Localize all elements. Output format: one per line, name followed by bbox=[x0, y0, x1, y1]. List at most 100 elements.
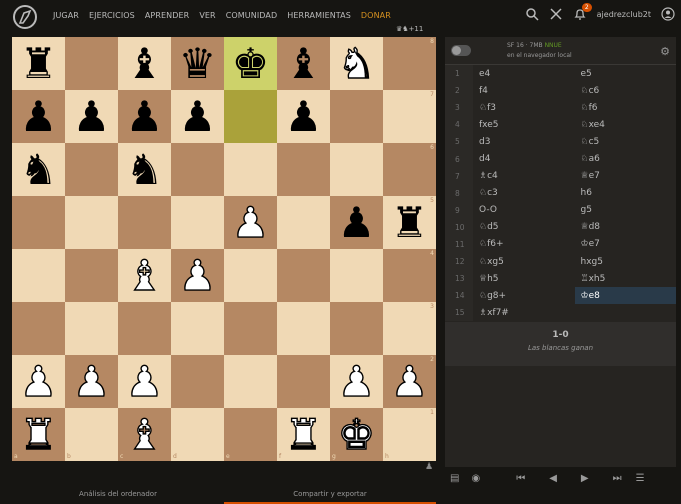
white-rook-piece[interactable]: ♜ bbox=[19, 412, 58, 455]
white-move[interactable]: ♗xf7# bbox=[473, 304, 575, 321]
square-d1[interactable]: d bbox=[171, 408, 224, 461]
black-move[interactable]: h6 bbox=[575, 185, 677, 202]
black-move[interactable]: ♘xe4 bbox=[575, 116, 677, 133]
gear-icon[interactable]: ⚙ bbox=[660, 45, 670, 58]
white-pawn-piece[interactable]: ♟ bbox=[125, 359, 164, 402]
white-pawn-piece[interactable]: ♟ bbox=[390, 359, 429, 402]
white-move[interactable]: f4 bbox=[473, 82, 575, 99]
black-pawn-piece[interactable]: ♟ bbox=[20, 95, 58, 138]
black-move[interactable]: ♘c6 bbox=[575, 82, 677, 99]
black-move[interactable]: ♘a6 bbox=[575, 150, 677, 167]
square-e8[interactable]: ♚ bbox=[224, 37, 277, 90]
nav-puzzles[interactable]: EJERCICIOS bbox=[89, 11, 135, 20]
square-h2[interactable]: ♟ 2 bbox=[383, 355, 436, 408]
square-e5[interactable]: ♟ bbox=[224, 196, 277, 249]
white-move[interactable]: ♕h5 bbox=[473, 270, 575, 287]
square-d5[interactable] bbox=[171, 196, 224, 249]
square-a6[interactable]: ♞ bbox=[12, 143, 65, 196]
board-grid[interactable]: ♜ ♝ ♛ ♚ ♝ ♞ 8 ♟ ♟ ♟ ♟ ♟ 7 ♞ ♞ 6 ♟ ♟ ♜ 5 ♝ ♟ 4 3 ♟ ♟ ♟ ♟ ♟ 2 ♜ a b ♝ c d e ♜ f ♚… bbox=[12, 37, 436, 461]
black-pawn-piece[interactable]: ♟ bbox=[73, 95, 111, 138]
white-bishop-piece[interactable]: ♝ bbox=[125, 253, 164, 296]
site-logo-icon[interactable] bbox=[12, 4, 38, 30]
square-d6[interactable] bbox=[171, 143, 224, 196]
black-move[interactable]: g5 bbox=[575, 202, 677, 219]
black-bishop-piece[interactable]: ♝ bbox=[126, 42, 164, 85]
black-move[interactable]: ♕d8 bbox=[575, 219, 677, 236]
square-b4[interactable] bbox=[65, 249, 118, 302]
square-c6[interactable]: ♞ bbox=[118, 143, 171, 196]
last-move-icon[interactable]: ⏭ bbox=[613, 473, 622, 484]
black-move[interactable]: ♘c5 bbox=[575, 133, 677, 150]
square-c2[interactable]: ♟ bbox=[118, 355, 171, 408]
nav-learn[interactable]: APRENDER bbox=[145, 11, 189, 20]
square-d4[interactable]: ♟ bbox=[171, 249, 224, 302]
square-e7[interactable] bbox=[224, 90, 277, 143]
black-queen-piece[interactable]: ♛ bbox=[179, 42, 217, 85]
nav-watch[interactable]: VER bbox=[199, 11, 215, 20]
black-move[interactable]: ♔e8 bbox=[574, 287, 676, 305]
square-b7[interactable]: ♟ bbox=[65, 90, 118, 143]
black-rook-piece[interactable]: ♜ bbox=[20, 42, 58, 85]
square-b2[interactable]: ♟ bbox=[65, 355, 118, 408]
square-h7[interactable]: 7 bbox=[383, 90, 436, 143]
white-pawn-piece[interactable]: ♟ bbox=[337, 359, 376, 402]
engine-toggle[interactable] bbox=[451, 45, 471, 56]
square-g2[interactable]: ♟ bbox=[330, 355, 383, 408]
nav-play[interactable]: JUGAR bbox=[53, 11, 79, 20]
user-avatar-icon[interactable] bbox=[661, 7, 675, 21]
tab-computer-analysis[interactable]: Análisis del ordenador bbox=[12, 484, 224, 504]
square-h3[interactable]: 3 bbox=[383, 302, 436, 355]
black-move[interactable]: ♖xh5 bbox=[575, 270, 677, 287]
square-b3[interactable] bbox=[65, 302, 118, 355]
square-f4[interactable] bbox=[277, 249, 330, 302]
black-knight-piece[interactable]: ♞ bbox=[126, 148, 164, 191]
square-g3[interactable] bbox=[330, 302, 383, 355]
black-pawn-piece[interactable]: ♟ bbox=[179, 95, 217, 138]
square-f6[interactable] bbox=[277, 143, 330, 196]
square-a3[interactable] bbox=[12, 302, 65, 355]
square-b5[interactable] bbox=[65, 196, 118, 249]
opening-book-icon[interactable]: ▤ bbox=[450, 473, 459, 484]
square-d3[interactable] bbox=[171, 302, 224, 355]
target-icon[interactable]: ◉ bbox=[471, 473, 480, 484]
square-f8[interactable]: ♝ bbox=[277, 37, 330, 90]
square-g1[interactable]: ♚ g bbox=[330, 408, 383, 461]
square-f3[interactable] bbox=[277, 302, 330, 355]
square-g6[interactable] bbox=[330, 143, 383, 196]
square-a7[interactable]: ♟ bbox=[12, 90, 65, 143]
square-a2[interactable]: ♟ bbox=[12, 355, 65, 408]
white-king-piece[interactable]: ♚ bbox=[337, 412, 376, 455]
white-move[interactable]: d4 bbox=[473, 150, 575, 167]
square-e2[interactable] bbox=[224, 355, 277, 408]
search-icon[interactable] bbox=[525, 7, 539, 21]
square-g4[interactable] bbox=[330, 249, 383, 302]
white-move[interactable]: ♘f6+ bbox=[473, 236, 575, 253]
white-move[interactable]: d3 bbox=[473, 133, 575, 150]
white-move[interactable]: O-O bbox=[473, 202, 575, 219]
chess-board[interactable]: ♜ ♝ ♛ ♚ ♝ ♞ 8 ♟ ♟ ♟ ♟ ♟ 7 ♞ ♞ 6 ♟ ♟ ♜ 5 ♝ ♟ 4 3 ♟ ♟ ♟ ♟ ♟ 2 ♜ a b ♝ c d e ♜ f ♚… bbox=[12, 37, 436, 461]
black-move[interactable]: hxg5 bbox=[575, 253, 677, 270]
square-b6[interactable] bbox=[65, 143, 118, 196]
nav-community[interactable]: COMUNIDAD bbox=[226, 11, 278, 20]
white-pawn-piece[interactable]: ♟ bbox=[178, 253, 217, 296]
black-knight-piece[interactable]: ♞ bbox=[20, 148, 58, 191]
black-pawn-piece[interactable]: ♟ bbox=[338, 201, 376, 244]
black-bishop-piece[interactable]: ♝ bbox=[285, 42, 323, 85]
square-a5[interactable] bbox=[12, 196, 65, 249]
square-d8[interactable]: ♛ bbox=[171, 37, 224, 90]
square-h8[interactable]: 8 bbox=[383, 37, 436, 90]
white-move[interactable]: ♘c3 bbox=[473, 185, 575, 202]
nav-donate[interactable]: DONAR bbox=[361, 11, 391, 20]
square-f2[interactable] bbox=[277, 355, 330, 408]
square-e1[interactable]: e bbox=[224, 408, 277, 461]
black-move[interactable]: ♕e7 bbox=[575, 168, 677, 185]
square-c1[interactable]: ♝ c bbox=[118, 408, 171, 461]
square-a1[interactable]: ♜ a bbox=[12, 408, 65, 461]
white-pawn-piece[interactable]: ♟ bbox=[19, 359, 58, 402]
white-move[interactable]: fxe5 bbox=[473, 116, 575, 133]
white-bishop-piece[interactable]: ♝ bbox=[125, 412, 164, 455]
square-b1[interactable]: b bbox=[65, 408, 118, 461]
notifications-bell-icon[interactable]: 2 bbox=[573, 3, 592, 21]
first-move-icon[interactable]: ⏮ bbox=[516, 473, 525, 484]
square-h5[interactable]: ♜ 5 bbox=[383, 196, 436, 249]
